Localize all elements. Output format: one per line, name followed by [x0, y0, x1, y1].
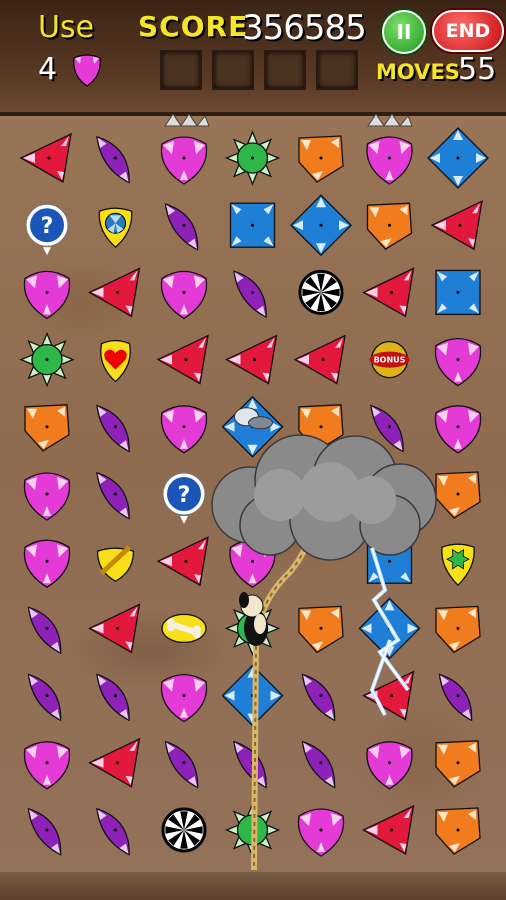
red-tri-icon[interactable]: [362, 804, 415, 856]
ruler-token-icon[interactable]: [96, 545, 135, 582]
blue-square-icon[interactable]: [435, 269, 481, 316]
orange-kite-icon[interactable]: [435, 740, 481, 788]
pink-pig-icon[interactable]: [366, 741, 413, 790]
pink-pig-icon[interactable]: [160, 673, 208, 723]
pink-pig-icon[interactable]: [23, 270, 71, 320]
red-tri-icon[interactable]: [362, 670, 415, 721]
purple-leaf-icon[interactable]: [91, 467, 138, 523]
bonus-token-icon[interactable]: BONUS: [369, 340, 410, 379]
bone-token-icon[interactable]: [161, 613, 207, 644]
red-tri-icon[interactable]: [430, 200, 483, 251]
purple-leaf-icon[interactable]: [91, 400, 138, 456]
orange-kite-icon[interactable]: [24, 404, 70, 452]
red-tri-icon[interactable]: [225, 334, 278, 385]
blue-diamond-icon[interactable]: [427, 127, 489, 189]
red-tri-icon[interactable]: [362, 267, 415, 318]
orange-kite-icon[interactable]: [366, 202, 413, 251]
green-star-icon[interactable]: [19, 331, 75, 388]
pink-pig-icon[interactable]: [160, 136, 208, 185]
orange-kite-icon[interactable]: [435, 605, 481, 654]
purple-leaf-icon[interactable]: [22, 601, 69, 657]
fan-token-icon[interactable]: [98, 207, 133, 249]
purple-leaf-icon[interactable]: [228, 265, 275, 321]
question-bubble-icon[interactable]: ?: [25, 203, 69, 256]
orange-kite-icon[interactable]: [298, 605, 344, 654]
blue-diamond-icon[interactable]: [290, 194, 352, 257]
question-bubble-icon[interactable]: ?: [162, 472, 206, 524]
purple-leaf-icon[interactable]: [91, 668, 138, 724]
floor-strip: [0, 872, 506, 900]
purple-leaf-icon[interactable]: [433, 668, 480, 724]
purple-leaf-icon[interactable]: [228, 736, 275, 792]
red-tri-icon[interactable]: [156, 334, 209, 385]
game-board: ? BONUS?: [19, 113, 489, 871]
red-tri-icon[interactable]: [88, 737, 141, 788]
green-star-icon[interactable]: [224, 130, 281, 186]
pink-pig-icon[interactable]: [366, 136, 413, 185]
pink-pig-icon[interactable]: [23, 472, 71, 521]
purple-leaf-icon[interactable]: [22, 803, 69, 859]
green-gem-token-icon[interactable]: [441, 543, 475, 587]
red-tri-icon[interactable]: [88, 267, 141, 318]
red-tri-icon[interactable]: [293, 334, 346, 385]
purple-leaf-icon[interactable]: [91, 131, 138, 187]
wheel-token-icon[interactable]: [161, 807, 207, 853]
svg-text:?: ?: [41, 214, 54, 239]
purple-leaf-icon[interactable]: [159, 198, 206, 254]
pink-pig-icon[interactable]: [23, 741, 71, 790]
ceiling-spikes-icon: [164, 113, 210, 127]
ceiling-spikes-icon: [367, 113, 413, 127]
purple-leaf-icon[interactable]: [91, 803, 138, 859]
purple-leaf-icon[interactable]: [159, 736, 206, 792]
pink-pig-icon[interactable]: [23, 539, 71, 588]
wheel-token-icon[interactable]: [298, 269, 344, 315]
pink-pig-icon[interactable]: [160, 405, 208, 454]
purple-leaf-icon[interactable]: [22, 668, 69, 724]
red-tri-icon[interactable]: [88, 603, 141, 654]
heart-token-icon[interactable]: [100, 339, 131, 383]
red-tri-icon[interactable]: [156, 536, 209, 587]
purple-leaf-icon[interactable]: [296, 736, 343, 792]
pink-pig-icon[interactable]: [297, 808, 345, 857]
pink-pig-icon[interactable]: [434, 337, 482, 387]
bonus-label: BONUS: [374, 356, 406, 365]
orange-kite-icon[interactable]: [435, 807, 481, 855]
svg-text:?: ?: [178, 483, 191, 508]
red-tri-icon[interactable]: [19, 132, 72, 184]
blue-square-icon[interactable]: [229, 202, 276, 248]
orange-kite-icon[interactable]: [298, 135, 344, 183]
pink-pig-icon[interactable]: [434, 405, 482, 454]
pink-pig-icon[interactable]: [160, 270, 208, 320]
purple-leaf-icon[interactable]: [296, 668, 343, 724]
orange-kite-icon[interactable]: [435, 471, 481, 519]
storm-cloud-icon: [211, 434, 437, 561]
